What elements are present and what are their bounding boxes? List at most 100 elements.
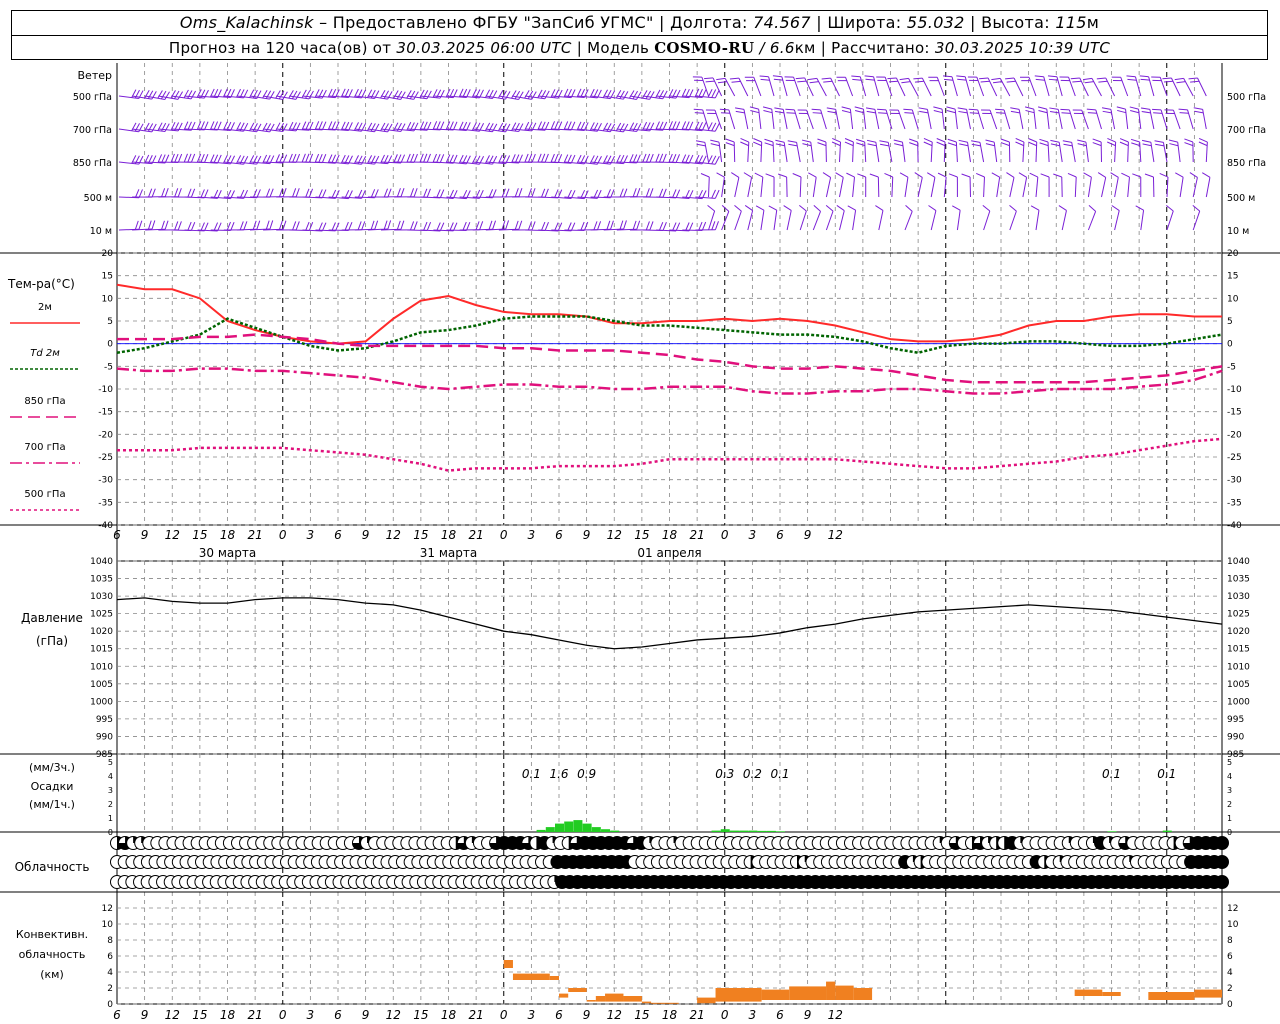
wind-barb-feather — [610, 189, 615, 198]
cloud-symbol — [1215, 836, 1229, 850]
wind-barb — [762, 106, 775, 130]
wind-barb-staff — [917, 177, 923, 198]
wind-barb — [749, 106, 762, 130]
wind-barb — [799, 204, 807, 231]
wind-barb-staff — [1177, 142, 1181, 163]
wind-barb-feather — [544, 222, 549, 231]
wind-barb-feather — [462, 221, 467, 231]
wind-barb-feather — [725, 142, 735, 147]
wind-level-label-right: 500 м — [1227, 193, 1255, 204]
wind-barb — [1029, 172, 1039, 198]
wind-barb-feather — [866, 139, 876, 143]
wind-barb-feather — [901, 81, 911, 84]
x-tick-label: 6 — [113, 1008, 121, 1022]
wind-barb — [743, 172, 753, 198]
conv-tick-label: 6 — [107, 952, 113, 962]
wind-barb-feather — [1165, 204, 1174, 212]
wind-barb — [538, 222, 563, 232]
wind-barb-feather — [1194, 110, 1204, 114]
wind-barb-staff — [721, 177, 725, 198]
wind-barb-feather — [204, 189, 209, 199]
wind-barb-feather — [1116, 106, 1126, 110]
wind-barb-feather — [645, 90, 652, 99]
pressure-axis-unit: (гПа) — [36, 634, 68, 648]
precip-unit-1h: (мм/1ч.) — [29, 798, 75, 811]
wind-barb-feather — [492, 189, 497, 198]
wind-barb-staff — [1035, 177, 1039, 198]
wind-barb-staff — [999, 78, 1011, 97]
conv-tick-label-right: 8 — [1227, 936, 1233, 946]
wind-barb-staff — [1046, 109, 1050, 130]
x-tick-label: 15 — [634, 1008, 649, 1022]
wind-barb — [1121, 172, 1130, 198]
x-tick-label: 12 — [165, 1008, 180, 1022]
wind-barb-feather — [734, 107, 745, 110]
wind-barb — [197, 154, 222, 164]
wind-barb-feather — [187, 221, 192, 231]
wind-barb-feather — [777, 173, 787, 178]
wind-barb — [1162, 77, 1181, 97]
wind-barb-feather — [331, 222, 336, 231]
wind-barb-staff — [799, 176, 802, 198]
wind-barb-feather — [537, 153, 542, 163]
wind-barb-feather — [269, 188, 274, 198]
wind-barb — [1144, 173, 1155, 198]
wind-barb-staff — [734, 177, 740, 198]
wind-barb-staff — [885, 109, 893, 130]
wind-barb-feather — [822, 172, 831, 178]
wind-barb — [869, 173, 880, 198]
x-tick-label: 15 — [413, 528, 428, 542]
wind-barb-feather — [301, 153, 306, 163]
cloud-panel: Облачность — [15, 836, 1229, 889]
wind-barb-feather — [200, 189, 205, 198]
wind-barb-feather — [1061, 112, 1071, 114]
wind-barb-feather — [1005, 77, 1015, 80]
wind-barb-feather — [518, 188, 523, 197]
wind-barb-feather — [1034, 75, 1044, 78]
wind-barb-feather — [597, 221, 602, 230]
wind-barb-feather — [593, 221, 598, 230]
wind-barb-feather — [1129, 106, 1139, 110]
temp-tick-label-right: 10 — [1227, 294, 1239, 304]
wind-barb-feather — [685, 222, 690, 231]
wind-barb-feather — [681, 121, 687, 130]
wind-barb-staff — [747, 177, 753, 198]
wind-barb-feather — [518, 91, 524, 100]
wind-barb-feather — [835, 172, 844, 178]
wind-barb-staff — [943, 177, 947, 198]
wind-barb-feather — [865, 107, 876, 110]
wind-barb-staff — [1028, 77, 1037, 97]
wind-barb-feather — [1030, 205, 1040, 211]
wind-barb-feather — [331, 154, 337, 164]
wind-barb-feather — [675, 222, 681, 232]
wind-barb-feather — [164, 188, 169, 197]
wind-barb — [774, 107, 788, 130]
wind-barb-staff — [1043, 76, 1050, 97]
wind-barb-feather — [436, 121, 441, 130]
wind-barb — [1077, 139, 1089, 163]
wind-barb-staff — [786, 210, 792, 231]
temp-tick-label: -5 — [104, 362, 113, 372]
temperature-panel: 20 20 15 15 10 10 5 5 0 0 -5 -5 -10 -10 -15 -15 -20 -20 -2… — [7, 249, 1242, 531]
x-tick-label: 3 — [528, 1008, 536, 1022]
x-tick-label: 18 — [662, 528, 678, 542]
temp-tick-label-right: -35 — [1227, 498, 1242, 508]
wind-barb-feather — [1176, 81, 1186, 84]
x-tick-label: 6 — [113, 528, 121, 542]
wind-barb-staff — [1056, 76, 1063, 97]
wind-barb-feather — [688, 121, 694, 131]
x-tick-label: 9 — [583, 1008, 591, 1022]
wind-barb — [923, 137, 933, 163]
pressure-tick-label-right: 1015 — [1227, 645, 1250, 655]
wind-barb-staff — [1187, 109, 1194, 130]
wind-barb-feather — [1015, 141, 1024, 147]
wind-barb — [835, 172, 844, 198]
wind-barb-staff — [1140, 210, 1145, 231]
wind-barb — [851, 75, 867, 97]
wind-barb-feather — [423, 153, 428, 163]
wind-barb-feather — [823, 80, 833, 83]
temp-tick-label-right: 0 — [1227, 340, 1233, 350]
wind-barb-feather — [514, 220, 519, 230]
wind-barb-staff — [773, 210, 778, 231]
wind-barb — [1000, 138, 1011, 163]
